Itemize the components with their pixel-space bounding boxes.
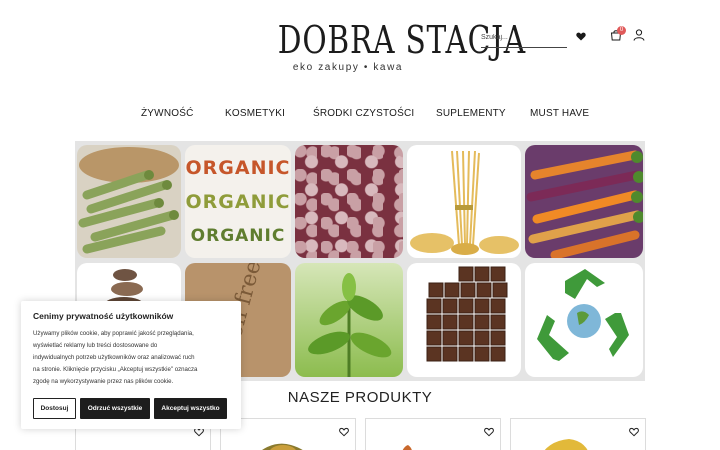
- search-input[interactable]: [481, 27, 567, 48]
- cookie-text-line: indywidualnych potrzeb użytkowników oraz…: [33, 354, 195, 361]
- main-navigation: ŻYWNOŚĆ KOSMETYKI ŚRODKI CZYSTOŚCI SUPLE…: [0, 108, 720, 122]
- cart-count-badge: 0: [617, 26, 626, 35]
- tea-leaves-image: [295, 263, 403, 377]
- reject-all-cookies-button[interactable]: Odrzuć wszystkie: [80, 398, 150, 419]
- pasta-image: [407, 145, 521, 258]
- customize-cookies-button[interactable]: Dostosuj: [33, 398, 76, 419]
- product-image: [262, 443, 303, 450]
- product-card[interactable]: [365, 418, 501, 450]
- heart-outline-icon[interactable]: [484, 427, 494, 437]
- cookie-text-line: Używamy plików cookie, aby poprawić jako…: [33, 330, 194, 337]
- cookie-description: Używamy plików cookie, aby poprawić jako…: [33, 328, 229, 388]
- organic-word: ORGANIC: [185, 157, 291, 180]
- cookie-text-line: wyświetlać reklamy lub treści dostosowan…: [33, 342, 158, 349]
- cookie-button-group: Dostosuj Odrzuć wszystkie Akceptuj wszys…: [33, 398, 227, 419]
- organic-letters-image: ORGANIC ORGANIC ORGANIC: [185, 145, 291, 258]
- brand-title: DOBRA STACJA: [277, 18, 526, 62]
- nav-item-suplementy[interactable]: SUPLEMENTY: [436, 108, 506, 119]
- heart-icon: [576, 32, 586, 40]
- brand-logo[interactable]: DOBRA STACJA eko zakupy • kawa: [258, 16, 526, 73]
- product-image: [402, 445, 412, 450]
- organic-word: ORGANIC: [190, 225, 286, 246]
- nav-item-srodki-czystosci[interactable]: ŚRODKI CZYSTOŚCI: [313, 108, 414, 119]
- cookie-text-line: zgodę na wykorzystywanie przez nas plikó…: [33, 378, 174, 385]
- recycle-image: [525, 263, 643, 377]
- heart-outline-icon[interactable]: [339, 427, 349, 437]
- user-icon: [633, 28, 644, 41]
- cookie-consent-banner: Cenimy prywatność użytkowników Używamy p…: [21, 301, 241, 429]
- brownies-image: [407, 263, 521, 377]
- nav-item-zywnosc[interactable]: ŻYWNOŚĆ: [141, 108, 194, 119]
- cookie-title: Cenimy prywatność użytkowników: [33, 311, 174, 321]
- carrots-image: [525, 145, 643, 258]
- account-button[interactable]: [631, 27, 646, 42]
- beans-image: [295, 145, 403, 258]
- product-image: [544, 439, 588, 450]
- heart-outline-icon[interactable]: [629, 427, 639, 437]
- cookie-text-line: na stronie. Kliknięcie przycisku „Akcept…: [33, 366, 198, 373]
- nav-item-must-have[interactable]: MUST HAVE: [530, 108, 589, 119]
- wishlist-button[interactable]: [575, 30, 587, 42]
- organic-word: ORGANIC: [185, 191, 291, 214]
- accept-all-cookies-button[interactable]: Akceptuj wszystko: [154, 398, 227, 419]
- nav-item-kosmetyki[interactable]: KOSMETYKI: [225, 108, 285, 119]
- asparagus-image: [77, 145, 181, 258]
- search-box: [481, 26, 567, 48]
- product-card[interactable]: [510, 418, 646, 450]
